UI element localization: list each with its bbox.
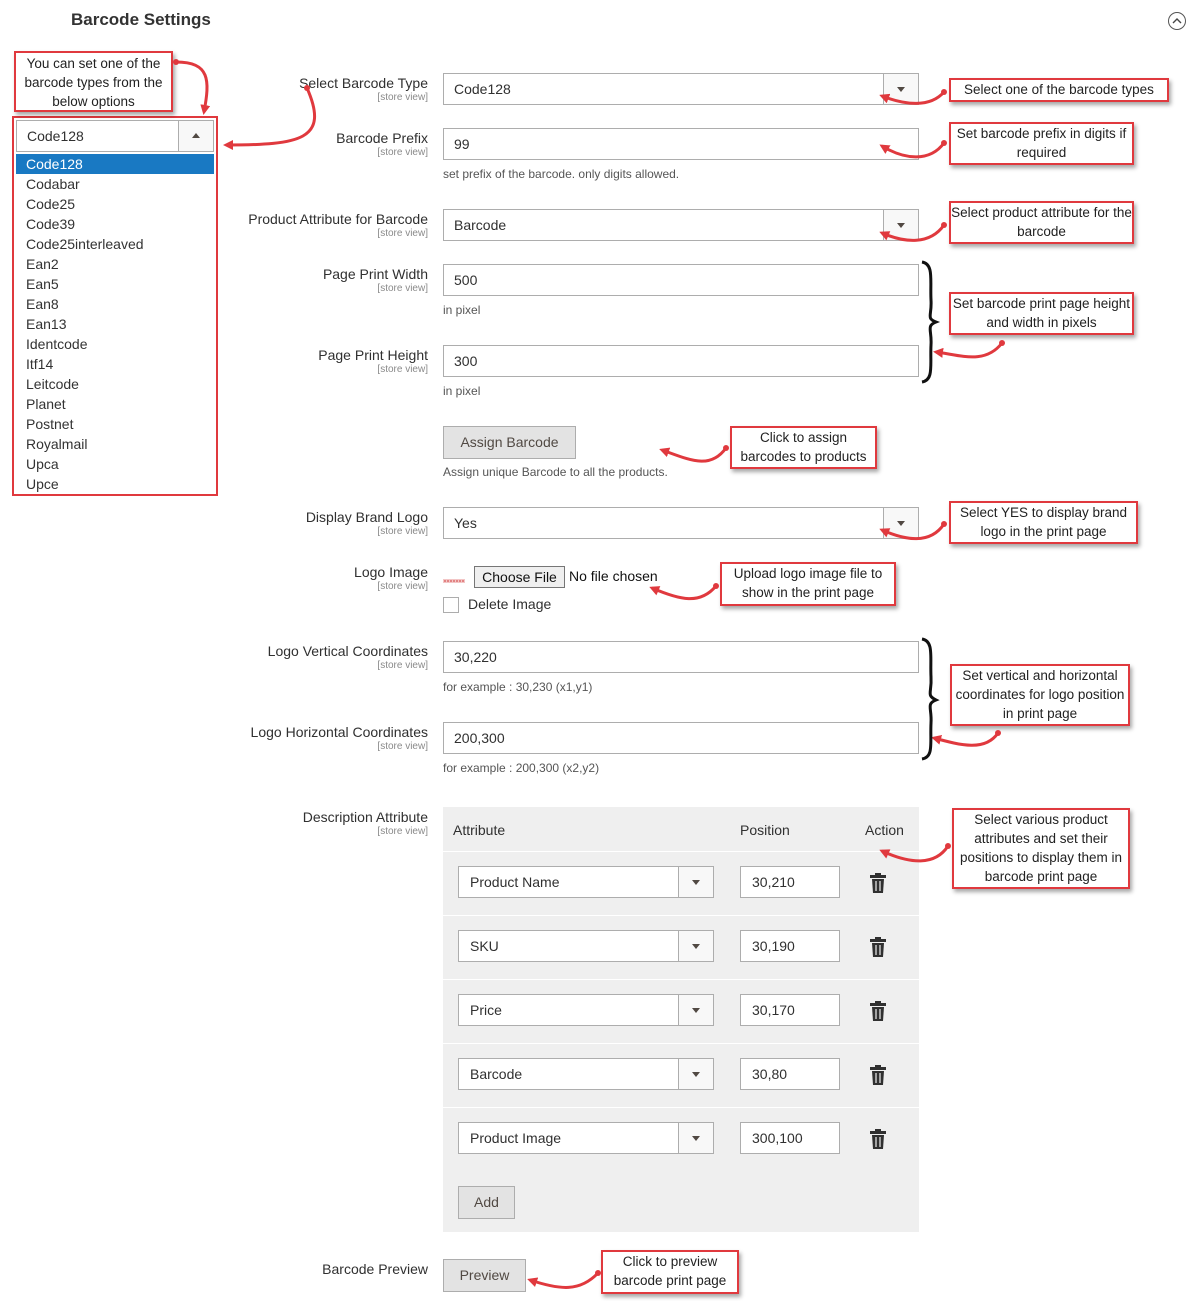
brace-coordinates	[921, 637, 940, 761]
arrow-barcode-type	[879, 90, 946, 105]
arrow-preview	[527, 1271, 600, 1289]
arrow-prefix	[879, 142, 946, 159]
arrow-attribute	[879, 224, 946, 242]
arrow-assign	[659, 447, 728, 463]
arrow-description	[879, 845, 950, 863]
annotation-arrows	[173, 59, 1005, 1289]
arrow-coordinates	[931, 732, 1000, 747]
arrow-page-size	[933, 342, 1004, 359]
arrow-dropdown-info	[175, 60, 211, 115]
brace-page-size	[921, 260, 941, 384]
arrow-brand-logo	[879, 523, 946, 541]
arrow-to-dropdown	[223, 87, 317, 150]
arrow-logo-upload	[649, 584, 718, 601]
